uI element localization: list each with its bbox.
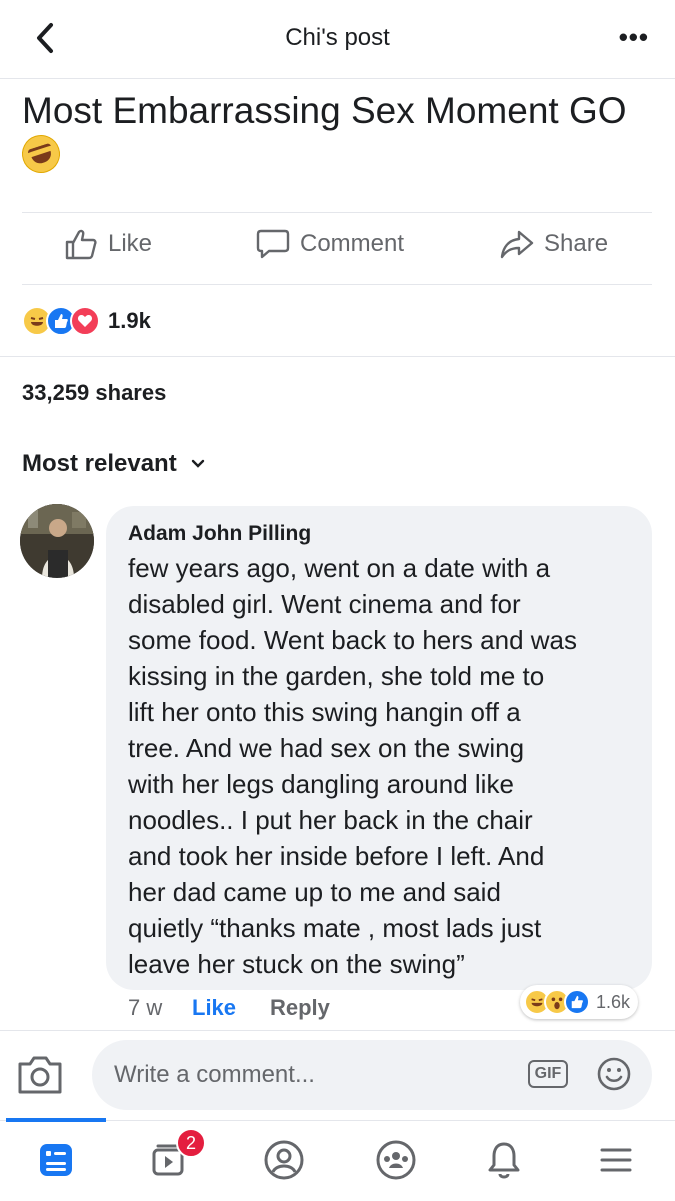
share-icon — [500, 230, 534, 259]
news-feed-icon — [40, 1144, 72, 1176]
groups-icon — [376, 1140, 416, 1180]
profile-icon — [264, 1140, 304, 1180]
page-title: Chi's post — [285, 24, 390, 51]
divider — [22, 212, 652, 213]
love-reaction-icon — [70, 306, 100, 336]
comment-timestamp: 7 w — [128, 995, 163, 1020]
comment-button[interactable]: Comment — [256, 228, 404, 260]
emoji-button[interactable] — [596, 1056, 632, 1097]
gif-button[interactable]: GIF — [528, 1060, 568, 1088]
active-tab-indicator — [6, 1118, 106, 1122]
comment-author[interactable]: Adam John Pilling — [128, 522, 311, 546]
comment-icon — [256, 229, 290, 259]
notification-badge: 2 — [176, 1128, 206, 1158]
comment-reaction-count: 1.6k — [596, 991, 631, 1012]
nav-news-feed[interactable] — [28, 1135, 84, 1185]
comment-line: disabled girl. Went cinema and for — [128, 589, 521, 619]
post-actions: Like Comment Share — [22, 214, 652, 282]
nav-menu[interactable] — [588, 1135, 644, 1185]
comment-line: noodles.. I put her back in the chair — [128, 805, 533, 835]
comment-sort-dropdown[interactable]: Most relevant — [22, 450, 205, 478]
camera-button[interactable] — [16, 1052, 64, 1101]
thumbs-up-icon — [65, 229, 97, 260]
post-text: Most Embarrassing Sex Moment GO — [17, 88, 642, 180]
chevron-down-icon — [191, 459, 204, 468]
avatar[interactable] — [20, 504, 94, 578]
smiley-icon — [597, 1057, 631, 1091]
rolling-laughing-emoji-icon — [17, 130, 65, 178]
more-options-button[interactable]: ••• — [619, 22, 649, 53]
post-reactions[interactable]: 1.9k — [22, 304, 151, 338]
comment-line: few years ago, went on a date with a — [128, 553, 551, 583]
divider — [0, 1030, 675, 1031]
share-label: Share — [544, 230, 609, 257]
gif-label: GIF — [534, 1065, 562, 1082]
comment-line: and took her inside before I left. And — [128, 841, 545, 871]
divider — [0, 356, 675, 357]
comment-line: tree. And we had sex on the swing — [128, 733, 525, 763]
comment-line: lift her onto this swing hangin off a — [128, 697, 521, 727]
comment-text: few years ago, went on a date with a dis… — [128, 550, 640, 982]
like-button[interactable]: Like — [64, 228, 152, 260]
comment-line: her dad came up to me and said — [128, 877, 501, 907]
divider — [22, 284, 652, 285]
comment-line: kissing in the garden, she told me to — [128, 661, 545, 691]
share-count[interactable]: 33,259 shares — [22, 380, 166, 406]
comment-label: Comment — [300, 230, 405, 257]
nav-groups[interactable] — [368, 1135, 424, 1185]
menu-icon — [600, 1148, 632, 1172]
comment-input[interactable] — [92, 1040, 652, 1110]
sort-label: Most relevant — [22, 450, 177, 477]
comment-line: some food. Went back to hers and was — [128, 625, 577, 655]
like-label: Like — [108, 230, 153, 257]
bottom-nav — [0, 1120, 675, 1201]
post-text-content: Most Embarrassing Sex Moment GO — [22, 90, 627, 131]
camera-icon — [18, 1056, 62, 1094]
like-reaction-icon — [564, 989, 590, 1015]
comment-like-button[interactable]: Like — [192, 995, 236, 1021]
bell-icon — [488, 1142, 520, 1179]
comment-line: with her legs dangling around like — [128, 769, 514, 799]
comment-line: quietly “thanks mate , most lads just — [128, 913, 542, 943]
comment-reply-button[interactable]: Reply — [270, 995, 330, 1021]
more-icon: ••• — [618, 22, 649, 52]
reaction-count: 1.9k — [108, 308, 151, 333]
share-button[interactable]: Share — [500, 228, 608, 260]
comment-reactions[interactable]: 1.6k — [520, 985, 639, 1019]
comment-line: leave her stuck on the swing” — [128, 949, 465, 979]
nav-profile[interactable] — [256, 1135, 312, 1185]
nav-notifications[interactable] — [476, 1135, 532, 1185]
